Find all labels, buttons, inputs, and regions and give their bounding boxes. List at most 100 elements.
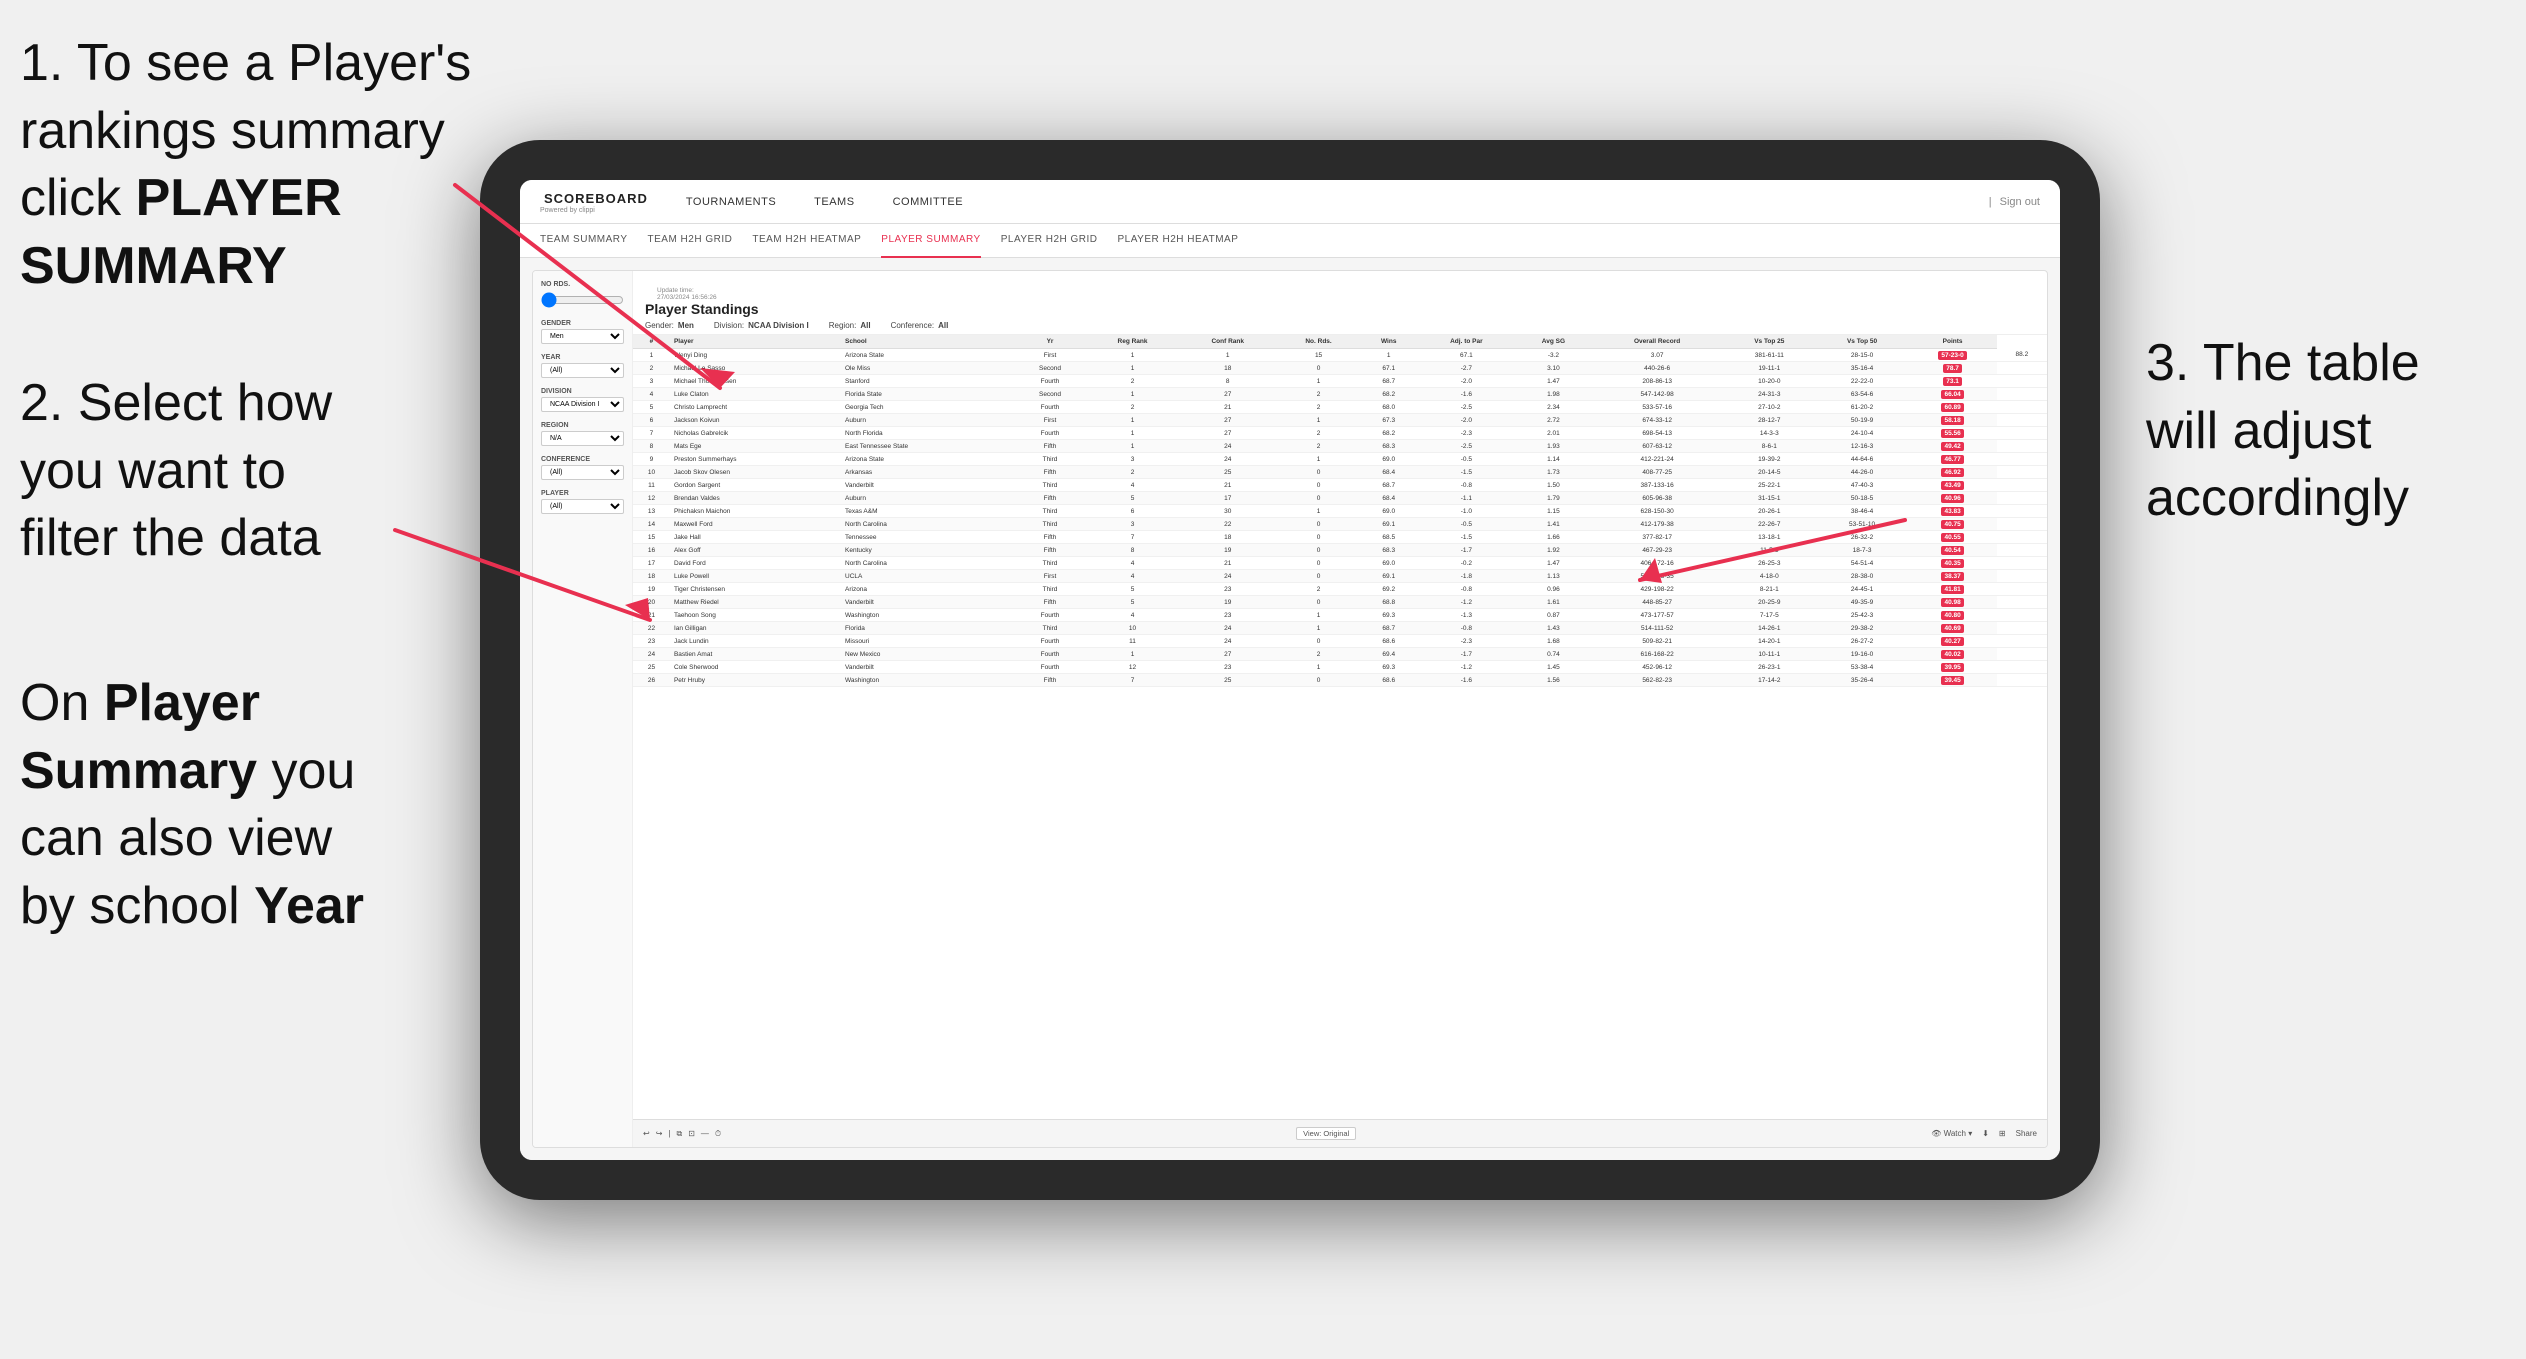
sub-nav: TEAM SUMMARY TEAM H2H GRID TEAM H2H HEAT… xyxy=(520,224,2060,258)
subnav-team-h2h-heatmap[interactable]: TEAM H2H HEATMAP xyxy=(752,224,861,258)
table-cell: 44-26-0 xyxy=(1816,466,1909,479)
table-cell: 18 xyxy=(1179,531,1277,544)
update-time: Update time:27/03/2024 16:56:26 xyxy=(645,279,2035,301)
sign-out-link[interactable]: Sign out xyxy=(2000,196,2040,208)
standings-header: Update time:27/03/2024 16:56:26 Player S… xyxy=(633,271,2047,335)
sidebar: No Rds. Gender Men Year (All) xyxy=(533,271,633,1147)
table-cell: -0.8 xyxy=(1417,583,1515,596)
sidebar-no-rds: No Rds. xyxy=(541,281,624,310)
undo-icon[interactable]: ↩ xyxy=(643,1129,650,1138)
table-row: 23Jack LundinMissouriFourth1124068.6-2.3… xyxy=(633,635,2047,648)
table-row: 1Wenyi DingArizona StateFirst1115167.1-3… xyxy=(633,349,2047,362)
division-select[interactable]: NCAA Division I xyxy=(541,397,624,412)
instruction-step2: 2. Select how you want to filter the dat… xyxy=(20,370,390,573)
table-cell: 54-51-4 xyxy=(1816,557,1909,570)
table-cell: 3 xyxy=(633,375,670,388)
table-cell: Fifth xyxy=(1014,531,1087,544)
table-cell: 1.93 xyxy=(1516,440,1592,453)
table-cell: -1.5 xyxy=(1417,531,1515,544)
table-row: 26Petr HrubyWashingtonFifth725068.6-1.61… xyxy=(633,674,2047,687)
table-cell: 26-25-3 xyxy=(1723,557,1816,570)
share-button[interactable]: Share xyxy=(2016,1129,2037,1138)
year-label: Year xyxy=(541,354,624,361)
subnav-player-summary[interactable]: PLAYER SUMMARY xyxy=(881,224,980,258)
table-cell: Fourth xyxy=(1014,635,1087,648)
table-cell: 1.14 xyxy=(1516,453,1592,466)
col-adj: Adj. to Par xyxy=(1417,335,1515,349)
table-row: 13Phichaksn MaichonTexas A&MThird630169.… xyxy=(633,505,2047,518)
table-cell: 19-11-1 xyxy=(1723,362,1816,375)
table-cell: 25 xyxy=(1179,674,1277,687)
subnav-player-h2h-heatmap[interactable]: PLAYER H2H HEATMAP xyxy=(1118,224,1239,258)
nav-tournaments[interactable]: TOURNAMENTS xyxy=(682,180,780,224)
table-cell: Third xyxy=(1014,583,1087,596)
no-rds-slider[interactable] xyxy=(541,292,624,308)
gender-select[interactable]: Men xyxy=(541,329,624,344)
subnav-team-h2h-grid[interactable]: TEAM H2H GRID xyxy=(648,224,733,258)
table-cell: Mats Ege xyxy=(670,440,841,453)
table-cell: Auburn xyxy=(841,414,1014,427)
watch-button[interactable]: 👁 Watch ▾ xyxy=(1931,1129,1972,1138)
redo-icon[interactable]: ↪ xyxy=(656,1129,663,1138)
table-cell: 467-29-23 xyxy=(1591,544,1723,557)
gender-filter-value: Men xyxy=(678,321,694,330)
table-cell: -1.3 xyxy=(1417,609,1515,622)
table-cell: North Florida xyxy=(841,427,1014,440)
table-cell: 88.2 xyxy=(1997,349,2047,362)
bottom-toolbar: ↩ ↪ | ⧉ ⊡ — ⏱ View: Original 👁 Watc xyxy=(633,1119,2047,1147)
table-cell: 67.1 xyxy=(1360,362,1417,375)
paste-icon[interactable]: ⊡ xyxy=(688,1129,695,1138)
table-cell: Fifth xyxy=(1014,440,1087,453)
standings-title: Player Standings xyxy=(645,301,2035,317)
subnav-team-summary[interactable]: TEAM SUMMARY xyxy=(540,224,628,258)
conference-select[interactable]: (All) xyxy=(541,465,624,480)
table-cell: -1.7 xyxy=(1417,544,1515,557)
download-icon[interactable]: ⬇ xyxy=(1982,1129,1989,1138)
player-select[interactable]: (All) xyxy=(541,499,624,514)
table-cell: 68.0 xyxy=(1360,401,1417,414)
region-filter-value: All xyxy=(860,321,870,330)
table-cell: 63-54-6 xyxy=(1816,388,1909,401)
table-cell: Ian Gilligan xyxy=(670,622,841,635)
copy-icon[interactable]: ⧉ xyxy=(676,1129,682,1139)
conference-label: Conference xyxy=(541,456,624,463)
table-cell: 2 xyxy=(1277,440,1360,453)
table-cell: 1.79 xyxy=(1516,492,1592,505)
table-cell: 8 xyxy=(1086,544,1178,557)
table-cell: 25 xyxy=(1179,466,1277,479)
toolbar-right: 👁 Watch ▾ ⬇ ⊞ Share xyxy=(1931,1129,2037,1138)
table-cell: 69.0 xyxy=(1360,505,1417,518)
table-cell: 628-150-30 xyxy=(1591,505,1723,518)
table-cell: -1.0 xyxy=(1417,505,1515,518)
table-cell: 2 xyxy=(1277,388,1360,401)
clock-icon[interactable]: ⏱ xyxy=(715,1129,721,1139)
year-select[interactable]: (All) xyxy=(541,363,624,378)
table-cell: Christo Lamprecht xyxy=(670,401,841,414)
table-cell: 19-39-2 xyxy=(1723,453,1816,466)
toolbar-icon2[interactable]: ⊞ xyxy=(1999,1129,2006,1138)
conference-filter-label: Conference: xyxy=(891,321,935,330)
division-filter: Division: NCAA Division I xyxy=(714,321,809,330)
nav-committee[interactable]: COMMITTEE xyxy=(889,180,968,224)
table-cell: 2 xyxy=(1086,401,1178,414)
table-cell: 22 xyxy=(1179,518,1277,531)
table-cell: 69.3 xyxy=(1360,661,1417,674)
col-vs25: Vs Top 25 xyxy=(1723,335,1816,349)
table-row: 11Gordon SargentVanderbiltThird421068.7-… xyxy=(633,479,2047,492)
table-cell: North Carolina xyxy=(841,518,1014,531)
table-cell: Michael Le Sasso xyxy=(670,362,841,375)
table-cell: 68.2 xyxy=(1360,388,1417,401)
table-cell: 27 xyxy=(1179,414,1277,427)
subnav-player-h2h-grid[interactable]: PLAYER H2H GRID xyxy=(1001,224,1098,258)
table-cell: -1.5 xyxy=(1417,466,1515,479)
region-select[interactable]: N/A xyxy=(541,431,624,446)
table-cell: Fourth xyxy=(1014,375,1087,388)
nav-teams[interactable]: TEAMS xyxy=(810,180,858,224)
table-cell: 22 xyxy=(633,622,670,635)
table-cell: Arizona State xyxy=(841,453,1014,466)
table-cell: Jacob Skov Olesen xyxy=(670,466,841,479)
view-label[interactable]: View: Original xyxy=(1296,1127,1356,1140)
table-cell: 20 xyxy=(633,596,670,609)
table-cell: 61-20-2 xyxy=(1816,401,1909,414)
table-cell: 19 xyxy=(633,583,670,596)
